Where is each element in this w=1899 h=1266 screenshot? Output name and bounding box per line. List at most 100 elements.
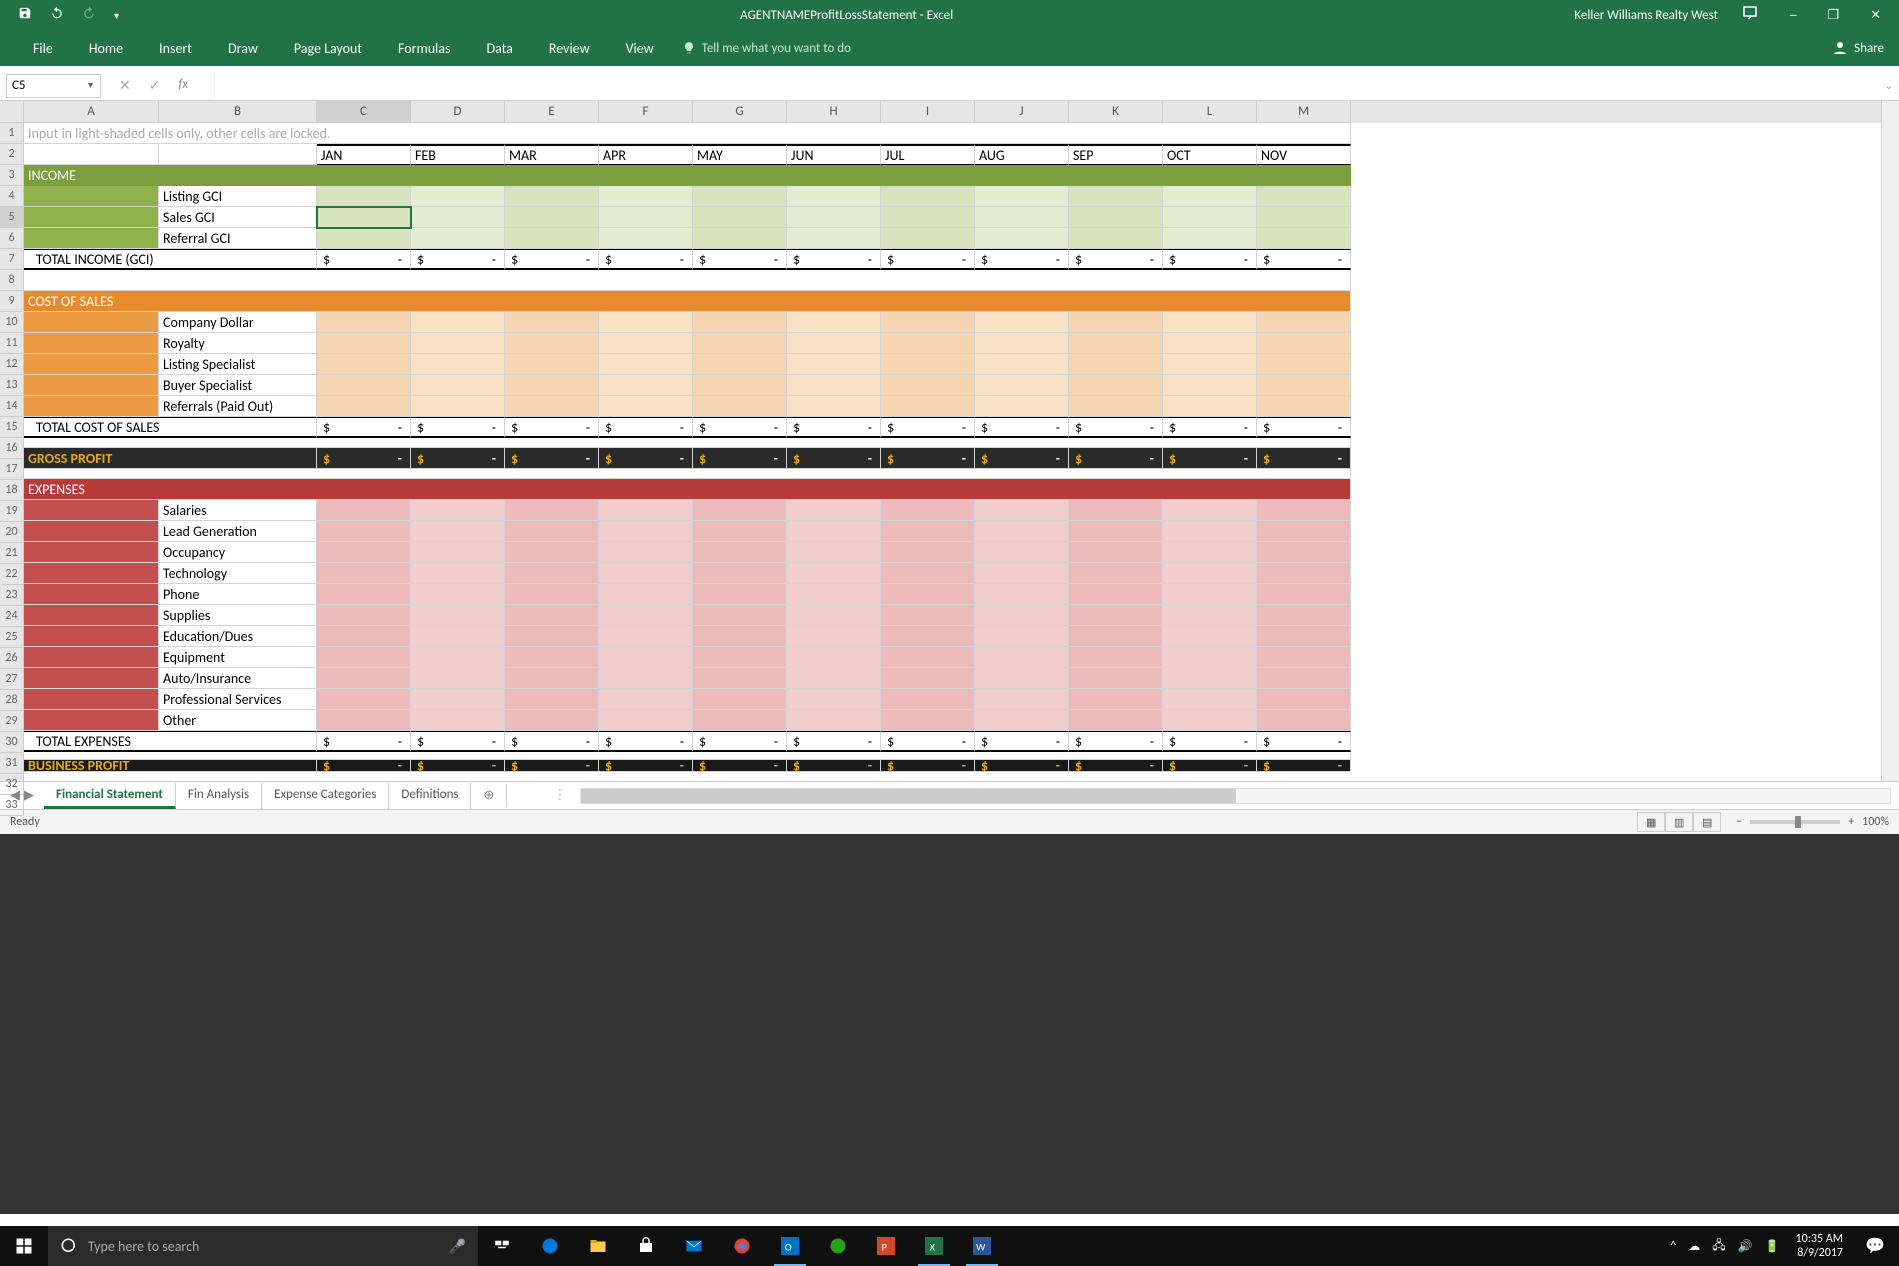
cell[interactable] — [411, 228, 505, 249]
minimize-button[interactable]: ─ — [1782, 4, 1805, 27]
cell[interactable] — [1163, 605, 1257, 626]
close-button[interactable]: ✕ — [1862, 4, 1889, 27]
column-header[interactable]: C — [317, 101, 411, 123]
row-header[interactable]: 15 — [0, 417, 24, 438]
cell[interactable] — [881, 312, 975, 333]
zoom-level[interactable]: 100% — [1862, 815, 1889, 829]
cell[interactable] — [599, 312, 693, 333]
cell[interactable] — [599, 542, 693, 563]
cell[interactable] — [1163, 312, 1257, 333]
column-header[interactable]: H — [787, 101, 881, 123]
tab-formulas[interactable]: Formulas — [380, 30, 468, 66]
cell[interactable] — [317, 689, 411, 710]
cell[interactable] — [1257, 521, 1351, 542]
column-header[interactable]: A — [24, 101, 159, 123]
cell[interactable] — [881, 396, 975, 417]
column-header[interactable]: L — [1163, 101, 1257, 123]
cell[interactable] — [1069, 710, 1163, 731]
cell[interactable] — [787, 354, 881, 375]
cell[interactable] — [693, 647, 787, 668]
cell[interactable] — [1069, 228, 1163, 249]
row-header[interactable]: 18 — [0, 480, 24, 501]
cell[interactable] — [505, 186, 599, 207]
column-header[interactable]: D — [411, 101, 505, 123]
task-view-icon[interactable] — [478, 1226, 526, 1266]
cell[interactable] — [317, 521, 411, 542]
cell[interactable] — [881, 500, 975, 521]
cell[interactable] — [1069, 542, 1163, 563]
sheet-tab[interactable]: Definitions — [389, 783, 471, 809]
row-header[interactable]: 22 — [0, 564, 24, 585]
ribbon-options-icon[interactable] — [1733, 0, 1767, 30]
cell[interactable] — [1257, 626, 1351, 647]
cell[interactable] — [1257, 647, 1351, 668]
cell[interactable] — [881, 710, 975, 731]
cell[interactable] — [317, 584, 411, 605]
cell[interactable] — [693, 626, 787, 647]
save-icon[interactable] — [18, 6, 32, 24]
cell[interactable] — [787, 605, 881, 626]
cell[interactable] — [505, 500, 599, 521]
cell[interactable] — [787, 626, 881, 647]
chrome-icon[interactable] — [718, 1226, 766, 1266]
cell[interactable] — [505, 354, 599, 375]
cell[interactable] — [1163, 668, 1257, 689]
cell[interactable] — [1257, 500, 1351, 521]
cell[interactable] — [505, 521, 599, 542]
cell[interactable] — [693, 333, 787, 354]
cell[interactable] — [1257, 375, 1351, 396]
cell[interactable] — [505, 605, 599, 626]
cell[interactable] — [1069, 333, 1163, 354]
cell[interactable] — [1163, 542, 1257, 563]
row-header[interactable]: 12 — [0, 354, 24, 375]
cell[interactable] — [505, 668, 599, 689]
cell[interactable] — [975, 354, 1069, 375]
row-header[interactable]: 24 — [0, 606, 24, 627]
cell[interactable] — [975, 584, 1069, 605]
cell[interactable] — [599, 689, 693, 710]
cell[interactable] — [787, 396, 881, 417]
row-header[interactable]: 19 — [0, 501, 24, 522]
cancel-formula-icon[interactable]: ✕ — [119, 77, 131, 94]
row-header[interactable]: 10 — [0, 312, 24, 333]
cell[interactable] — [1069, 584, 1163, 605]
cell[interactable] — [787, 207, 881, 228]
cell[interactable] — [1257, 584, 1351, 605]
cell[interactable] — [1257, 396, 1351, 417]
cell[interactable] — [1163, 647, 1257, 668]
cell[interactable] — [1163, 207, 1257, 228]
cell[interactable] — [881, 521, 975, 542]
view-normal-button[interactable]: ▦ — [1637, 812, 1665, 832]
sheet-nav-prev-icon[interactable]: ◀ — [10, 788, 20, 803]
cell[interactable] — [1163, 500, 1257, 521]
name-box-dropdown-icon[interactable]: ▼ — [86, 80, 95, 91]
cell[interactable] — [411, 500, 505, 521]
cell[interactable] — [317, 333, 411, 354]
row-header[interactable]: 8 — [0, 270, 24, 291]
quickbooks-icon[interactable] — [814, 1226, 862, 1266]
cell[interactable] — [975, 186, 1069, 207]
cell[interactable] — [1163, 396, 1257, 417]
row-header[interactable]: 1 — [0, 123, 24, 144]
cell[interactable] — [599, 710, 693, 731]
vertical-scrollbar[interactable] — [1881, 101, 1899, 781]
column-header[interactable]: F — [599, 101, 693, 123]
cell[interactable] — [599, 500, 693, 521]
zoom-out-button[interactable]: − — [1736, 815, 1742, 829]
cell[interactable] — [787, 312, 881, 333]
cell[interactable] — [1069, 312, 1163, 333]
cell[interactable] — [787, 584, 881, 605]
row-header[interactable]: 9 — [0, 291, 24, 312]
cell[interactable] — [881, 647, 975, 668]
tell-me-search[interactable]: Tell me what you want to do — [682, 41, 851, 56]
cell[interactable] — [1257, 542, 1351, 563]
cell[interactable] — [1257, 689, 1351, 710]
sheet-tab[interactable]: Financial Statement — [44, 783, 176, 809]
tab-data[interactable]: Data — [468, 30, 530, 66]
notification-icon[interactable]: 💬 — [1851, 1226, 1899, 1266]
cell[interactable] — [881, 689, 975, 710]
cell[interactable] — [693, 186, 787, 207]
cell[interactable] — [599, 668, 693, 689]
row-header[interactable]: 26 — [0, 648, 24, 669]
select-all-cell[interactable] — [0, 101, 24, 123]
